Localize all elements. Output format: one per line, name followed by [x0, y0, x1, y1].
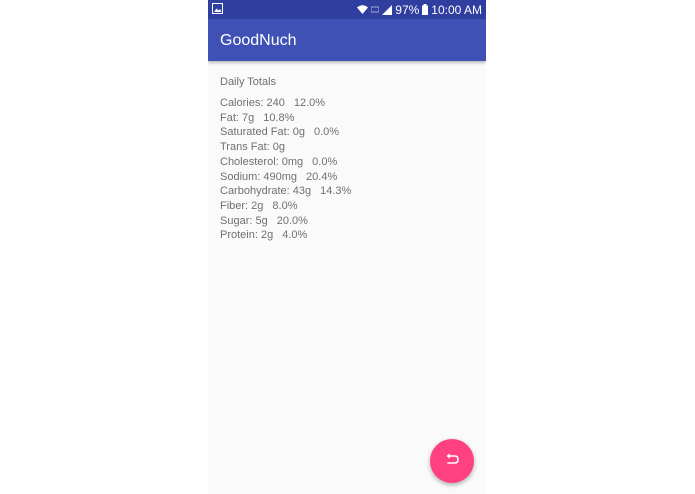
nutrient-row: Saturated Fat: 0g 0.0%: [220, 125, 474, 140]
nutrient-daily-value: 20.4%: [306, 170, 338, 183]
undo-icon: [445, 452, 459, 470]
status-bar: 97% 10:00 AM: [208, 0, 486, 19]
nutrient-label: Carbohydrate: 43g: [220, 185, 312, 198]
app-bar: GoodNuch: [208, 19, 486, 61]
battery-icon: [422, 4, 429, 15]
nutrient-daily-value: 0.0%: [312, 155, 338, 168]
nutrient-daily-value: 10.8%: [263, 111, 295, 124]
nutrient-label: Cholesterol: 0mg: [220, 155, 304, 168]
undo-fab-button[interactable]: [430, 439, 474, 483]
daily-totals-heading: Daily Totals: [220, 76, 277, 88]
nutrient-label: Trans Fat: 0g: [220, 141, 286, 154]
nutrient-label: Fiber: 2g: [220, 199, 264, 212]
nutrient-row: Fat: 7g 10.8%: [220, 111, 474, 126]
nutrient-label: Sugar: 5g: [220, 214, 268, 227]
nutrient-daily-value: 8.0%: [272, 199, 298, 212]
nutrient-row: Trans Fat: 0g: [220, 140, 474, 155]
battery-level: 97%: [395, 2, 420, 17]
nutrient-daily-value: 20.0%: [276, 214, 308, 227]
nutrient-list: Calories: 240 12.0% Fat: 7g 10.8% Saturated …: [220, 96, 474, 243]
signal-icon: [382, 4, 393, 15]
app-title: GoodNuch: [220, 32, 297, 49]
nutrient-row: Sugar: 5g 20.0%: [220, 214, 474, 229]
nutrient-row: Fiber: 2g 8.0%: [220, 199, 474, 214]
nutrient-daily-value: 4.0%: [282, 229, 308, 242]
gallery-notification-icon: [212, 3, 223, 14]
nutrient-label: Protein: 2g: [220, 229, 274, 242]
clock: 10:00 AM: [431, 2, 482, 17]
nutrient-label: Saturated Fat: 0g: [220, 126, 305, 139]
nutrient-row: Carbohydrate: 43g 14.3%: [220, 184, 474, 199]
volte-icon: [371, 5, 380, 14]
nutrient-label: Sodium: 490mg: [220, 170, 298, 183]
nutrient-row: Protein: 2g 4.0%: [220, 228, 474, 243]
nutrient-daily-value: 12.0%: [293, 97, 326, 109]
nutrient-row: Calories: 240 12.0%: [220, 96, 474, 111]
nutrient-daily-value: 14.3%: [320, 185, 352, 198]
nutrient-row: Sodium: 490mg 20.4%: [220, 170, 474, 185]
app-screen: 97% 10:00 AM GoodNuch Daily Totals Calor…: [208, 0, 486, 494]
nutrient-label: Calories: 240: [220, 97, 285, 109]
nutrient-row: Cholesterol: 0mg 0.0%: [220, 155, 474, 170]
nutrient-label: Fat: 7g: [220, 111, 255, 124]
daily-totals-panel: Daily Totals Calories: 240 12.0% Fat: 7g 10…: [220, 75, 474, 243]
nutrient-daily-value: 0.0%: [314, 126, 340, 139]
wifi-icon: [357, 5, 369, 14]
